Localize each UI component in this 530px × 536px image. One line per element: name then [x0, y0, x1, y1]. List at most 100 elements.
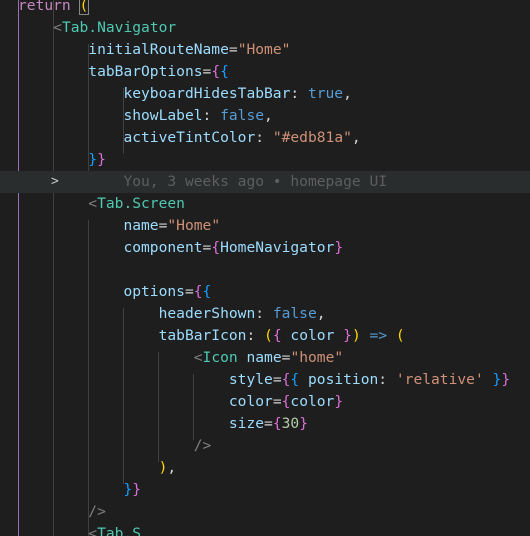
code-token: } [334, 239, 344, 256]
code-token: Tab.Navigator [61, 19, 177, 36]
code-line: tabBarIcon: ({ color }) => ( [0, 325, 530, 347]
code-token: HomeNavigator [220, 239, 335, 256]
code-token: < [88, 525, 98, 536]
code-token: { [220, 63, 229, 80]
code-token: : [255, 305, 273, 322]
code-token: < [53, 19, 62, 36]
code-token: { [202, 283, 212, 300]
code-token: 'relative' [395, 371, 484, 388]
code-token: } [334, 327, 352, 344]
code-token: : [202, 107, 221, 124]
code-token: Tab.S [97, 525, 142, 536]
code-token: style [228, 371, 273, 388]
code-token: options [123, 283, 185, 300]
code-line: showLabel: false, [0, 105, 530, 127]
code-token: color [290, 393, 335, 410]
code-line: component={HomeNavigator} [0, 237, 530, 259]
code-token: false [272, 305, 317, 322]
code-token: } [123, 481, 133, 498]
code-token: = [272, 393, 282, 410]
code-token: : [255, 129, 273, 146]
code-token: { [211, 63, 221, 80]
code-token: { [272, 327, 291, 344]
code-token: => [360, 327, 396, 344]
code-line: tabBarOptions={{ [0, 61, 530, 83]
code-token: "Home" [237, 41, 291, 58]
code-line: return ( [0, 0, 530, 17]
code-token: Icon [202, 349, 238, 366]
code-line: <Tab.S [0, 523, 530, 536]
code-token: } [97, 151, 106, 168]
code-line: }} [0, 479, 530, 501]
code-token: true [307, 85, 344, 102]
code-token: component [123, 239, 203, 256]
code-token: ( [264, 327, 273, 344]
git-blame-line: > You, 3 weeks ago • homepage UI [0, 171, 530, 193]
code-line: /> [0, 435, 530, 457]
code-token: showLabel [123, 107, 203, 124]
code-line: initialRouteName="Home" [0, 39, 530, 61]
code-line: options={{ [0, 281, 530, 303]
code-token: : [290, 85, 308, 102]
code-token: , [264, 107, 273, 124]
code-token: = [264, 415, 273, 432]
code-token: return [18, 0, 71, 14]
code-token: "#edb81a" [272, 129, 352, 146]
code-editor[interactable]: return ( <Tab.Navigator initialRouteName… [0, 0, 530, 536]
code-line: <Tab.Screen [0, 193, 530, 215]
code-line: style={{ position: 'relative' }} [0, 369, 530, 391]
code-token: } [501, 371, 511, 388]
chevron-right-icon[interactable]: > [51, 171, 59, 193]
code-token: tabBarOptions [88, 63, 203, 80]
code-token: = [202, 239, 212, 256]
code-token: = [184, 283, 194, 300]
code-token: { [272, 415, 282, 432]
code-token: false [220, 107, 265, 124]
code-token: /> [193, 437, 212, 454]
code-token: ) [351, 327, 361, 344]
code-token: } [334, 393, 344, 410]
code-line: size={30} [0, 413, 530, 435]
code-token: size [228, 415, 265, 432]
code-token: = [228, 41, 238, 58]
code-token: /> [88, 503, 106, 520]
code-token: initialRouteName [88, 41, 229, 58]
code-token: name [123, 217, 159, 234]
code-line: <Tab.Navigator [0, 17, 530, 39]
code-token: { [290, 371, 300, 388]
code-token: keyboardHidesTabBar [123, 85, 291, 102]
code-token: = [202, 63, 212, 80]
code-token: tabBarIcon [158, 327, 247, 344]
code-token: color [290, 327, 335, 344]
code-token: } [132, 481, 142, 498]
code-token: < [88, 195, 98, 212]
code-line: name="Home" [0, 215, 530, 237]
code-token: ( [78, 0, 90, 15]
code-token: Tab.Screen [97, 195, 185, 212]
code-line: }} [0, 149, 530, 171]
code-token: : [378, 371, 396, 388]
code-line: /> [0, 501, 530, 523]
code-line: color={color} [0, 391, 530, 413]
code-token: 30 [281, 415, 300, 432]
code-line: ), [0, 457, 530, 479]
code-token: activeTintColor [123, 129, 256, 146]
